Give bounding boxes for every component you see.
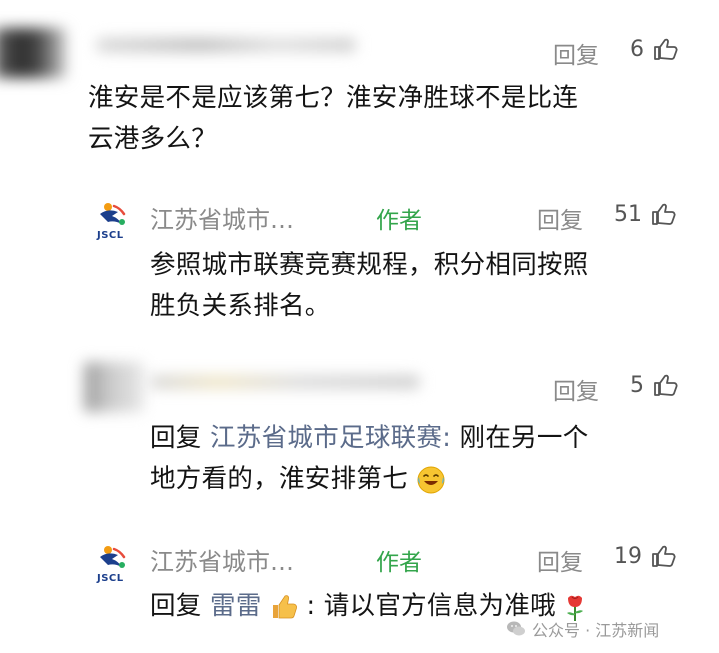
username-blurred[interactable] bbox=[150, 375, 420, 389]
comment-text-line: 胜负关系排名。 bbox=[150, 291, 331, 321]
comment-text-line: 云港多么？ bbox=[88, 124, 218, 154]
like-count: 6 bbox=[630, 37, 644, 62]
logo-label: JSCL bbox=[97, 573, 124, 584]
comment-text-segment: 地方看的，淮安排第七 bbox=[150, 464, 409, 494]
author-badge: 作者 bbox=[376, 550, 422, 576]
avatar-blurred[interactable] bbox=[84, 362, 144, 412]
comment-text-segment: 刚在另一个 bbox=[459, 423, 589, 453]
reply-prefix: 回复 bbox=[150, 423, 202, 453]
comment-text-line: 参照城市联赛竞赛规程，积分相同按照 bbox=[150, 250, 589, 280]
mention-link[interactable]: 雷雷 bbox=[210, 591, 262, 621]
reply-button[interactable]: 回复 bbox=[537, 201, 583, 235]
laugh-cry-emoji-icon bbox=[417, 466, 445, 494]
comment-text: 淮安是不是应该第七？淮安净胜球不是比连 云港多么？ bbox=[88, 78, 708, 160]
thumbs-up-emoji-icon bbox=[273, 595, 298, 619]
reply-button[interactable]: 回复 bbox=[553, 372, 599, 406]
like-count: 5 bbox=[630, 373, 644, 398]
logo-label: JSCL bbox=[97, 230, 124, 241]
watermark-text: 公众号 · 江苏新闻 bbox=[532, 621, 660, 640]
comment-text-line: 回复 江苏省城市足球联赛: 刚在另一个 bbox=[150, 418, 710, 459]
watermark: 公众号 · 江苏新闻 bbox=[506, 617, 659, 641]
jscl-logo-icon bbox=[100, 546, 126, 568]
jscl-logo-icon bbox=[100, 203, 126, 225]
like-count: 51 bbox=[614, 202, 642, 227]
reply-prefix: 回复 bbox=[150, 591, 202, 621]
avatar-blurred[interactable] bbox=[0, 28, 66, 78]
author-name[interactable]: 江苏省城市… bbox=[150, 200, 294, 235]
wechat-icon bbox=[507, 621, 525, 636]
author-badge: 作者 bbox=[376, 208, 422, 234]
thumbs-up-icon[interactable] bbox=[653, 373, 679, 397]
thumbs-up-icon[interactable] bbox=[651, 544, 677, 568]
comment-text-line: 淮安是不是应该第七？淮安净胜球不是比连 bbox=[88, 83, 579, 113]
username-blurred[interactable] bbox=[96, 38, 356, 52]
author-name[interactable]: 江苏省城市… bbox=[150, 542, 294, 577]
reply-button[interactable]: 回复 bbox=[553, 36, 599, 70]
mention-link[interactable]: 江苏省城市足球联赛: bbox=[210, 423, 451, 453]
like-count: 19 bbox=[614, 544, 642, 569]
thumbs-up-icon[interactable] bbox=[653, 37, 679, 61]
thumbs-up-icon[interactable] bbox=[651, 202, 677, 226]
jscl-logo[interactable]: JSCL bbox=[96, 200, 130, 244]
reply-button[interactable]: 回复 bbox=[537, 543, 583, 577]
comment-text: 参照城市联赛竞赛规程，积分相同按照 胜负关系排名。 bbox=[150, 245, 710, 327]
jscl-logo[interactable]: JSCL bbox=[96, 543, 130, 587]
comment-text: 回复 江苏省城市足球联赛: 刚在另一个 地方看的，淮安排第七 bbox=[150, 418, 710, 500]
comment-text-line: 地方看的，淮安排第七 bbox=[150, 459, 710, 500]
